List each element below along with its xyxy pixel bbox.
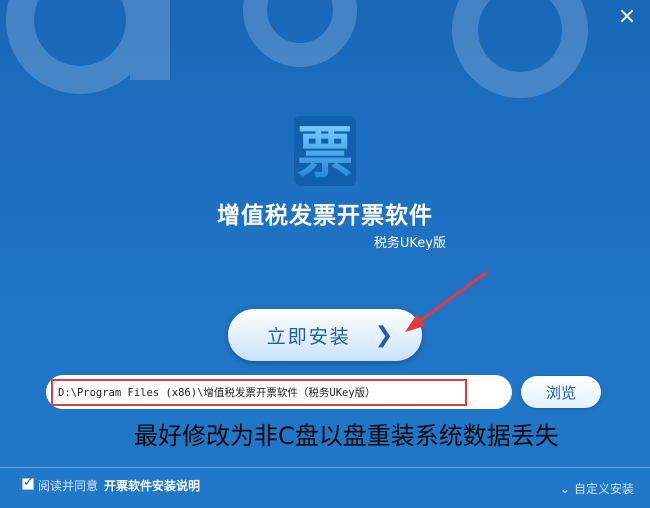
close-icon: × (617, 4, 637, 29)
footer-bar: ✓ 阅读并同意 开票软件安装说明 ⌄ 自定义安装 (0, 467, 650, 508)
install-button-label: 立即安装 (266, 325, 351, 348)
browse-button[interactable]: 浏览 (521, 376, 601, 408)
chevron-down-icon: ⌄ (559, 482, 570, 496)
custom-install-label: 自定义安装 (573, 482, 634, 496)
agree-checkbox[interactable]: ✓ (22, 475, 34, 490)
invoice-logo-icon: 票 (294, 116, 356, 186)
red-arrow-annotation (405, 270, 488, 332)
license-link[interactable]: 开票软件安装说明 (104, 477, 200, 494)
installer-window: × 票 增值税发票开票软件 税务UKey版 立即安装 ❯ D:\Program … (0, 0, 650, 508)
check-icon: ✓ (23, 475, 34, 490)
install-now-button[interactable]: 立即安装 ❯ (228, 309, 422, 361)
app-title: 增值税发票开票软件 (217, 203, 433, 229)
path-highlight-box (51, 379, 467, 406)
annotation-text: 最好修改为非C盘以盘重装系统数据丢失 (134, 422, 559, 450)
agree-label: 阅读并同意 (38, 479, 99, 493)
svg-text:票: 票 (297, 121, 353, 186)
chevron-right-icon: ❯ (374, 322, 394, 348)
app-subtitle: 税务UKey版 (373, 236, 446, 251)
custom-install-link[interactable]: ⌄ 自定义安装 (560, 480, 634, 497)
close-button[interactable]: × (616, 6, 638, 28)
